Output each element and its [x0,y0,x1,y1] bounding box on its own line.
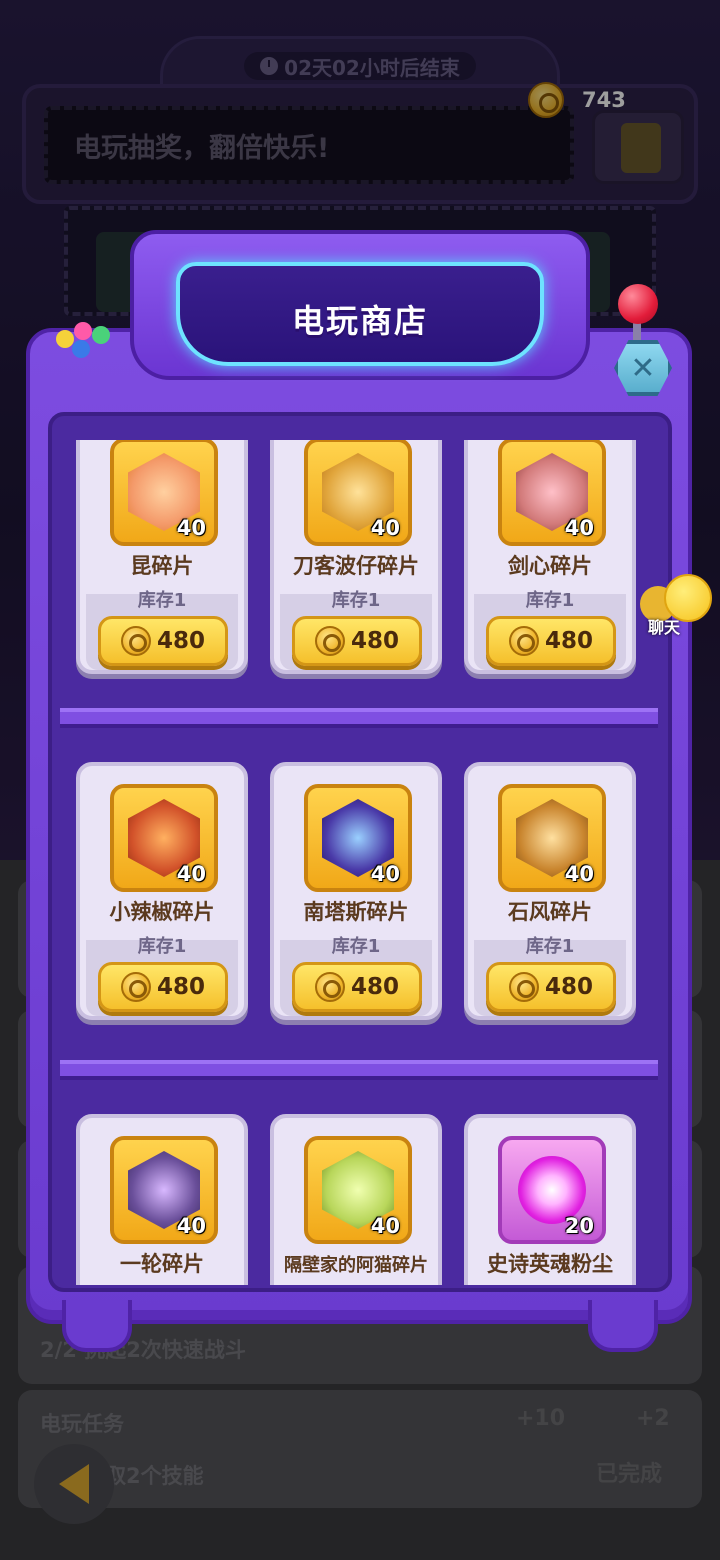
product-card[interactable]: 40 隔壁家的阿猫碎片 [270,1114,442,1285]
item-name: 南塔斯碎片 [303,900,409,924]
product-card[interactable]: 40 小辣椒碎片 库存1 480 [76,762,248,1020]
item-name: 剑心碎片 [508,554,592,578]
close-icon: ✕ [630,350,656,386]
item-stock: 库存1 [137,590,187,611]
paw-coin-icon [120,626,151,656]
item-price: 480 [544,628,593,654]
item-icon-frame: 40 [110,440,218,546]
paw-coin-icon [508,626,539,656]
chat-button[interactable]: 聊天 [640,574,716,644]
product-card[interactable]: 40 剑心碎片 库存1 480 [464,440,636,674]
buy-button[interactable]: 480 [98,616,228,666]
paw-coin-icon [314,972,345,1002]
item-name: 一轮碎片 [120,1252,204,1276]
item-quantity: 40 [370,1214,400,1238]
item-quantity: 40 [176,1214,206,1238]
product-card[interactable]: 40 一轮碎片 [76,1114,248,1285]
item-icon-frame: 40 [304,1136,412,1244]
item-icon-frame: 40 [498,440,606,546]
item-icon-frame: 40 [110,1136,218,1244]
product-card[interactable]: 40 南塔斯碎片 库存1 480 [270,762,442,1020]
item-quantity: 20 [564,1214,594,1238]
buy-button[interactable]: 480 [486,616,616,666]
item-price: 480 [156,628,205,654]
item-price: 480 [156,974,205,1000]
item-price: 480 [350,628,399,654]
paw-coin-icon [314,626,345,656]
arcade-button-icon [56,330,74,348]
product-card[interactable]: 40 刀客波仔碎片 库存1 480 [270,440,442,674]
back-button[interactable] [34,1444,114,1524]
item-name: 刀客波仔碎片 [293,554,419,578]
item-icon-frame: 40 [110,784,218,892]
arcade-button-icon [72,340,90,358]
item-quantity: 40 [370,862,400,886]
buy-button[interactable]: 480 [292,616,422,666]
item-price: 480 [350,974,399,1000]
arrow-left-icon [59,1464,89,1504]
item-stock: 库存1 [525,936,575,957]
item-stock: 库存1 [525,590,575,611]
buy-button[interactable]: 480 [292,962,422,1012]
product-grid[interactable]: 40 昆碎片 库存1 480 40 刀客波仔碎片 库存1 480 40 剑心碎片… [60,440,658,1285]
item-name: 小辣椒碎片 [109,900,215,924]
item-icon-frame: 40 [304,440,412,546]
paw-coin-icon [120,972,151,1002]
paw-coin-icon [508,972,539,1002]
item-stock: 库存1 [137,936,187,957]
cabinet-leg [588,1300,658,1352]
buy-button[interactable]: 480 [486,962,616,1012]
item-quantity: 40 [370,516,400,540]
arcade-button-icon [74,322,92,340]
product-card[interactable]: 40 昆碎片 库存1 480 [76,440,248,674]
item-quantity: 40 [564,516,594,540]
product-card[interactable]: 40 石风碎片 库存1 480 [464,762,636,1020]
product-card[interactable]: 20 史诗英魂粉尘 [464,1114,636,1285]
item-stock: 库存1 [331,936,381,957]
item-name: 隔壁家的阿猫碎片 [284,1255,428,1276]
item-price: 480 [544,974,593,1000]
item-stock: 库存1 [331,590,381,611]
item-name: 昆碎片 [130,554,194,578]
shelf-divider [60,708,658,728]
item-quantity: 40 [564,862,594,886]
shop-title: 电玩商店 [291,302,428,340]
item-icon-frame: 40 [498,784,606,892]
item-name: 史诗英魂粉尘 [487,1252,613,1276]
item-name: 石风碎片 [508,900,592,924]
item-icon-frame: 40 [304,784,412,892]
item-quantity: 40 [176,516,206,540]
shelf-divider [60,1060,658,1080]
item-quantity: 40 [176,862,206,886]
chat-label: 聊天 [648,618,681,637]
buy-button[interactable]: 480 [98,962,228,1012]
item-icon-frame: 20 [498,1136,606,1244]
arcade-button-icon [92,326,110,344]
cabinet-leg [62,1300,132,1352]
joystick-ball-icon [618,284,658,324]
